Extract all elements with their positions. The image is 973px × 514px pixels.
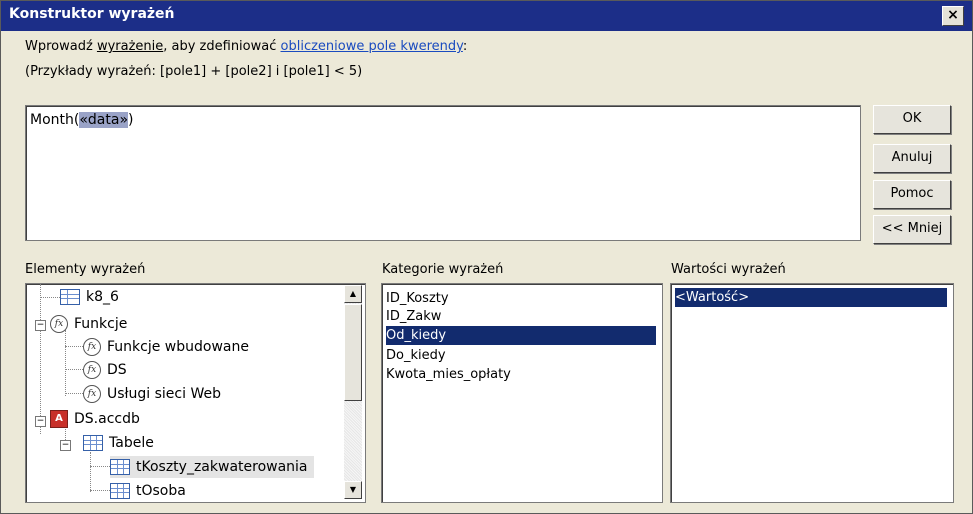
tree-connector — [40, 284, 41, 434]
expression-closing: ) — [128, 112, 134, 128]
list-item[interactable]: Do_kiedy — [386, 346, 446, 365]
tree-item-label: DS — [107, 362, 127, 378]
values-label: Wartości wyrażeń — [671, 262, 786, 277]
tree-item-label: tKoszty_zakwaterowania — [136, 459, 308, 475]
tree-connector — [65, 393, 83, 394]
instruction-text: : — [462, 39, 468, 54]
tree-item-ds-functions[interactable]: fx DS — [83, 359, 127, 381]
list-item[interactable]: ID_Zakw — [386, 307, 441, 326]
elements-scrollbar[interactable]: ▲ ▼ — [344, 285, 362, 499]
tree-item-label: k8_6 — [86, 289, 119, 305]
ok-button[interactable]: OK — [873, 105, 951, 134]
expression-help-link[interactable]: wyrażenie — [97, 39, 163, 54]
expression-input[interactable]: Month(«data») — [25, 105, 861, 241]
calculated-field-link[interactable]: obliczeniowe pole kwerendy — [281, 39, 463, 54]
expression-placeholder[interactable]: «data» — [79, 112, 129, 128]
scroll-up-icon[interactable]: ▲ — [344, 285, 362, 303]
less-button[interactable]: << Mniej — [873, 215, 951, 244]
tree-item-tables[interactable]: Tabele — [83, 432, 154, 454]
instruction-text: , aby zdefiniować — [163, 39, 281, 54]
database-icon: A — [50, 410, 68, 428]
expression-text[interactable]: Month(«data») — [30, 112, 133, 128]
list-item[interactable]: Kwota_mies_opłaty — [386, 365, 511, 384]
tree-connector — [90, 490, 110, 491]
tree-connector — [90, 466, 110, 467]
tree-connector — [40, 297, 60, 298]
categories-label: Kategorie wyrażeń — [382, 262, 504, 277]
list-item[interactable]: ID_Koszty — [386, 289, 449, 308]
tree-item-functions[interactable]: fx Funkcje — [50, 313, 127, 335]
tree-item-label: Tabele — [109, 435, 154, 451]
tree-item-label: Usługi sieci Web — [107, 386, 221, 402]
instruction-text: Wprowadź — [25, 39, 97, 54]
instruction-line-2: (Przykłady wyrażeń: [pole1] + [pole2] i … — [25, 64, 363, 79]
tree-item-label: Funkcje wbudowane — [107, 339, 249, 355]
close-button[interactable]: × — [942, 6, 964, 26]
collapse-icon[interactable]: − — [35, 320, 46, 331]
tree-item-tosoba[interactable]: tOsoba — [110, 480, 186, 502]
tree-item-label: DS.accdb — [74, 411, 140, 427]
tree-item-builtin-functions[interactable]: fx Funkcje wbudowane — [83, 336, 249, 358]
tree-item-k8-6[interactable]: k8_6 — [60, 286, 119, 308]
tree-item-tkoszty[interactable]: tKoszty_zakwaterowania — [110, 456, 314, 478]
query-icon — [60, 289, 80, 305]
scroll-down-icon[interactable]: ▼ — [344, 481, 362, 499]
function-icon: fx — [83, 361, 101, 379]
tree-item-web-services[interactable]: fx Usługi sieci Web — [83, 383, 221, 405]
title-bar[interactable]: Konstruktor wyrażeń × — [1, 1, 972, 31]
collapse-icon[interactable]: − — [60, 440, 71, 451]
tree-connector — [65, 369, 83, 370]
tree-item-database[interactable]: A DS.accdb — [50, 408, 140, 430]
elements-label: Elementy wyrażeń — [25, 262, 146, 277]
table-icon — [110, 459, 130, 475]
categories-list[interactable]: ID_Koszty ID_Zakw Od_kiedy Do_kiedy Kwot… — [381, 283, 663, 503]
tree-connector — [90, 452, 91, 492]
dialog-title: Konstruktor wyrażeń — [9, 6, 175, 22]
tree-connector — [65, 346, 83, 347]
cancel-button[interactable]: Anuluj — [873, 144, 951, 173]
help-button[interactable]: Pomoc — [873, 180, 951, 209]
tree-item-label: Funkcje — [74, 316, 128, 332]
function-icon: fx — [50, 315, 68, 333]
tree-item-label: tOsoba — [136, 483, 186, 499]
instruction-line-1: Wprowadź wyrażenie, aby zdefiniować obli… — [25, 39, 467, 54]
table-icon — [83, 435, 103, 451]
list-item-selected[interactable]: Od_kiedy — [386, 326, 656, 345]
expression-function: Month( — [30, 112, 80, 128]
function-icon: fx — [83, 385, 101, 403]
elements-tree[interactable]: k8_6 − fx Funkcje fx Funkcje wbudowane fx D… — [25, 283, 366, 503]
list-item-selected[interactable]: <Wartość> — [675, 288, 947, 307]
scrollbar-thumb[interactable] — [344, 304, 362, 401]
collapse-icon[interactable]: − — [35, 416, 46, 427]
table-icon — [110, 483, 130, 499]
values-list[interactable]: <Wartość> — [670, 283, 954, 503]
tree-connector — [65, 330, 66, 396]
function-icon: fx — [83, 338, 101, 356]
expression-builder-dialog: Konstruktor wyrażeń × Wprowadź wyrażenie… — [0, 0, 973, 514]
